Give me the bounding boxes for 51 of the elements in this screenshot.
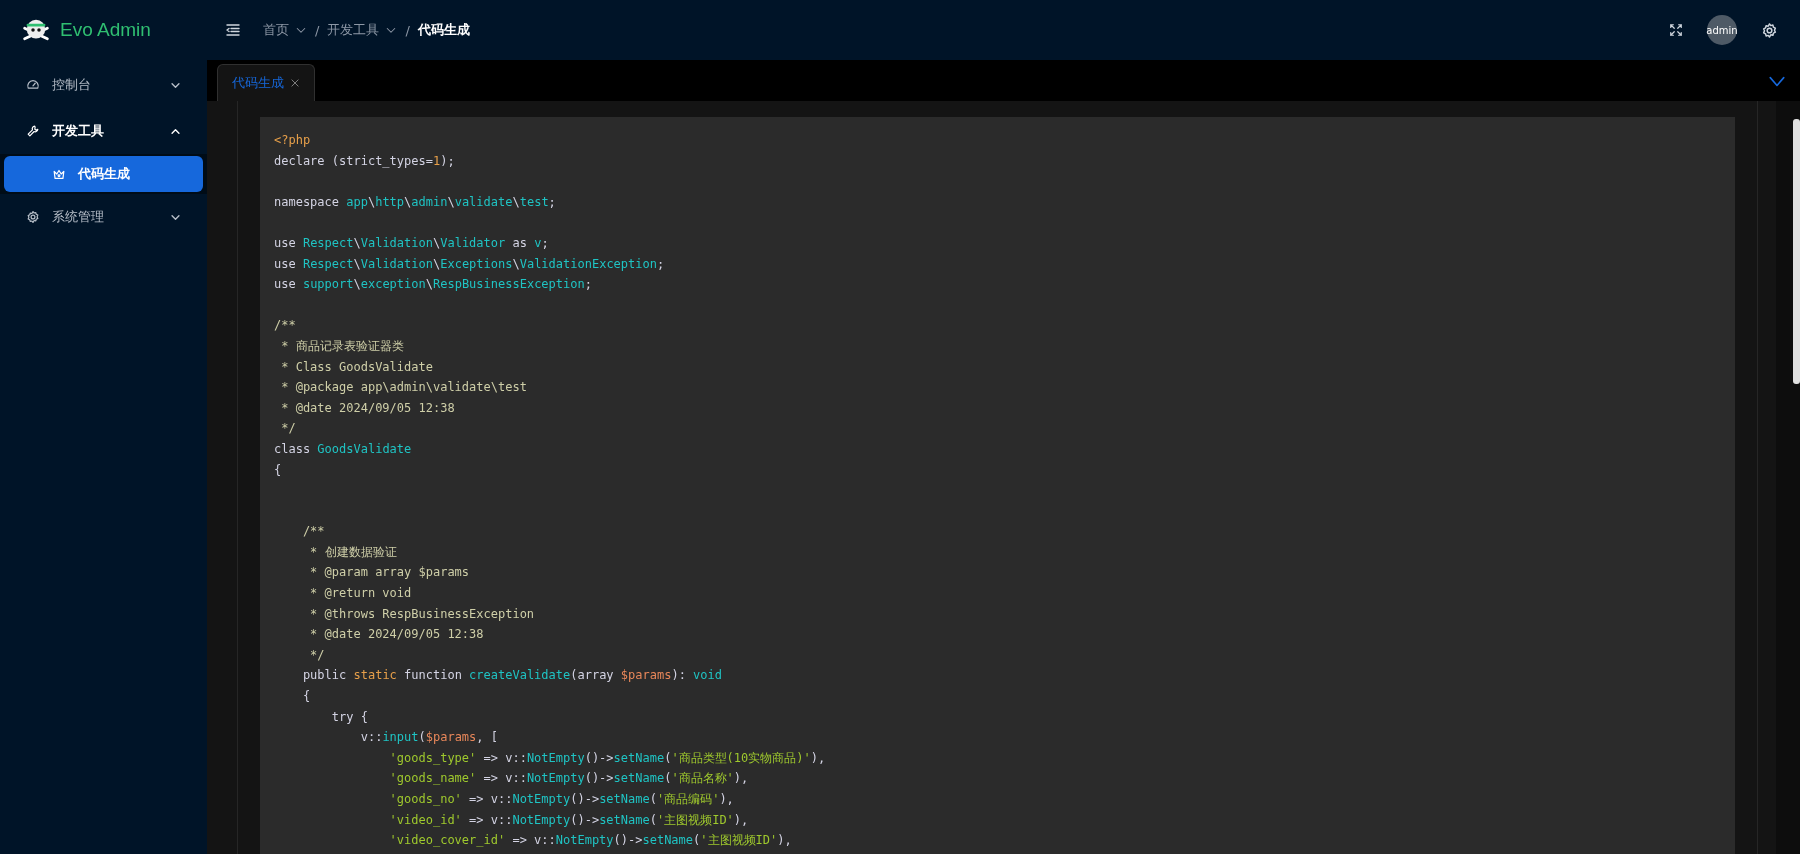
scrollbar[interactable] [1776,101,1800,854]
crown-icon [52,167,66,181]
code-line: * @param array $params [309,564,471,582]
close-icon[interactable] [290,78,300,88]
code-line: /** [301,523,326,541]
code-line: * @throws RespBusinessException [309,605,536,623]
sidebar-item[interactable]: 系统管理 [0,194,207,240]
code-line: namespace app\http\admin\validate\test; [274,193,557,211]
code-line: v::input($params, [ [359,729,499,747]
breadcrumb-item[interactable]: 开发工具 [327,21,380,39]
code-line: use Respect\Validation\Exceptions\ValidationException; [274,255,666,273]
code-line: * @package app\admin\validate\test [280,379,528,397]
gauge-icon [26,78,40,92]
code-line: * 商品记录表验证器类 [280,337,405,355]
settings-icon[interactable] [1761,21,1778,39]
code-line: * @date 2024/09/05 12:38 [280,399,456,417]
breadcrumb-separator: / [315,22,320,38]
code-line: */ [280,420,297,438]
code-line: * 创建数据验证 [309,543,398,561]
code-line: declare (strict_types=1); [274,152,456,170]
code-line: 'video_id' => v::NotEmpty()->setName('主图视频ID'), [388,811,750,829]
code-line: 'goods_no' => v::NotEmpty()->setName('商品编码'), [388,791,735,808]
sidebar-subitem[interactable]: 代码生成 [4,156,203,192]
code-line: class GoodsValidate [274,440,413,458]
code-line: use Respect\Validation\Validator as v; [274,234,550,252]
code-line: /** [274,317,297,335]
code-line: * @date 2024/09/05 12:38 [309,626,485,644]
user-avatar[interactable]: admin [1707,15,1737,45]
code-line: * Class GoodsValidate [280,358,434,376]
code-line: { [301,688,312,706]
code-line: 'goods_type' => v::NotEmpty()->setName('商品类型(10实物商品)'), [388,749,827,767]
code-line: * @return void [309,585,413,603]
app-title: Evo Admin [60,19,151,41]
page-tab[interactable]: 代码生成 [217,64,315,101]
breadcrumb-separator: / [405,22,410,38]
wrench-icon [26,124,40,138]
breadcrumb-item: 代码生成 [417,21,470,39]
code-line: try { [330,708,369,726]
code-line: { [274,461,283,479]
code-line: use support\exception\RespBusinessException; [274,276,593,294]
code-line: public static function createValidate(array $params): void [301,667,723,685]
gear-icon [26,210,40,224]
fullscreen-icon[interactable] [1669,23,1683,37]
menu-fold-icon[interactable] [225,22,241,38]
sidebar-item[interactable]: 开发工具 [0,108,207,154]
code-line: 'video_cover_id' => v::NotEmpty()->setName('主图视频ID'), [388,832,793,850]
sidebar-item[interactable]: 控制台 [0,62,207,108]
code-line: <?php [274,132,312,149]
code-line: */ [309,646,326,664]
code-line: 'goods_name' => v::NotEmpty()->setName('商品名称'), [388,770,750,788]
breadcrumb-item[interactable]: 首页 [263,21,289,39]
